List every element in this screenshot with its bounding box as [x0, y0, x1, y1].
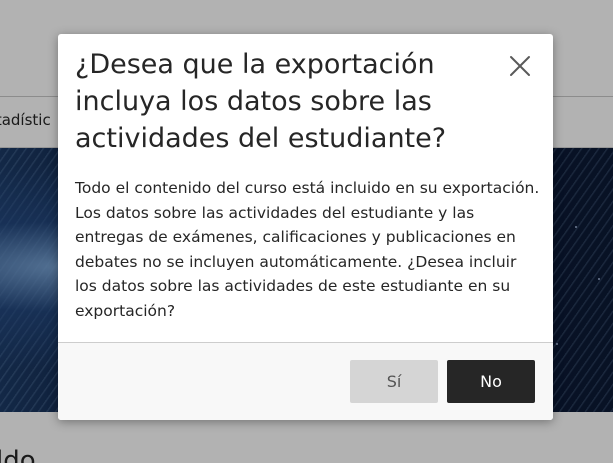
dialog-title: ¿Desea que la exportación incluya los da…: [75, 49, 447, 154]
no-button[interactable]: No: [447, 360, 535, 403]
close-icon: [510, 56, 530, 76]
dialog-footer: Sí No: [58, 343, 553, 420]
close-button[interactable]: [507, 53, 533, 79]
yes-button[interactable]: Sí: [350, 360, 438, 403]
page: stadístic ldo ¿Desea que la exportación …: [0, 0, 613, 463]
dialog-message: Todo el contenido del curso está incluid…: [75, 179, 540, 320]
export-dialog: ¿Desea que la exportación incluya los da…: [58, 34, 553, 420]
